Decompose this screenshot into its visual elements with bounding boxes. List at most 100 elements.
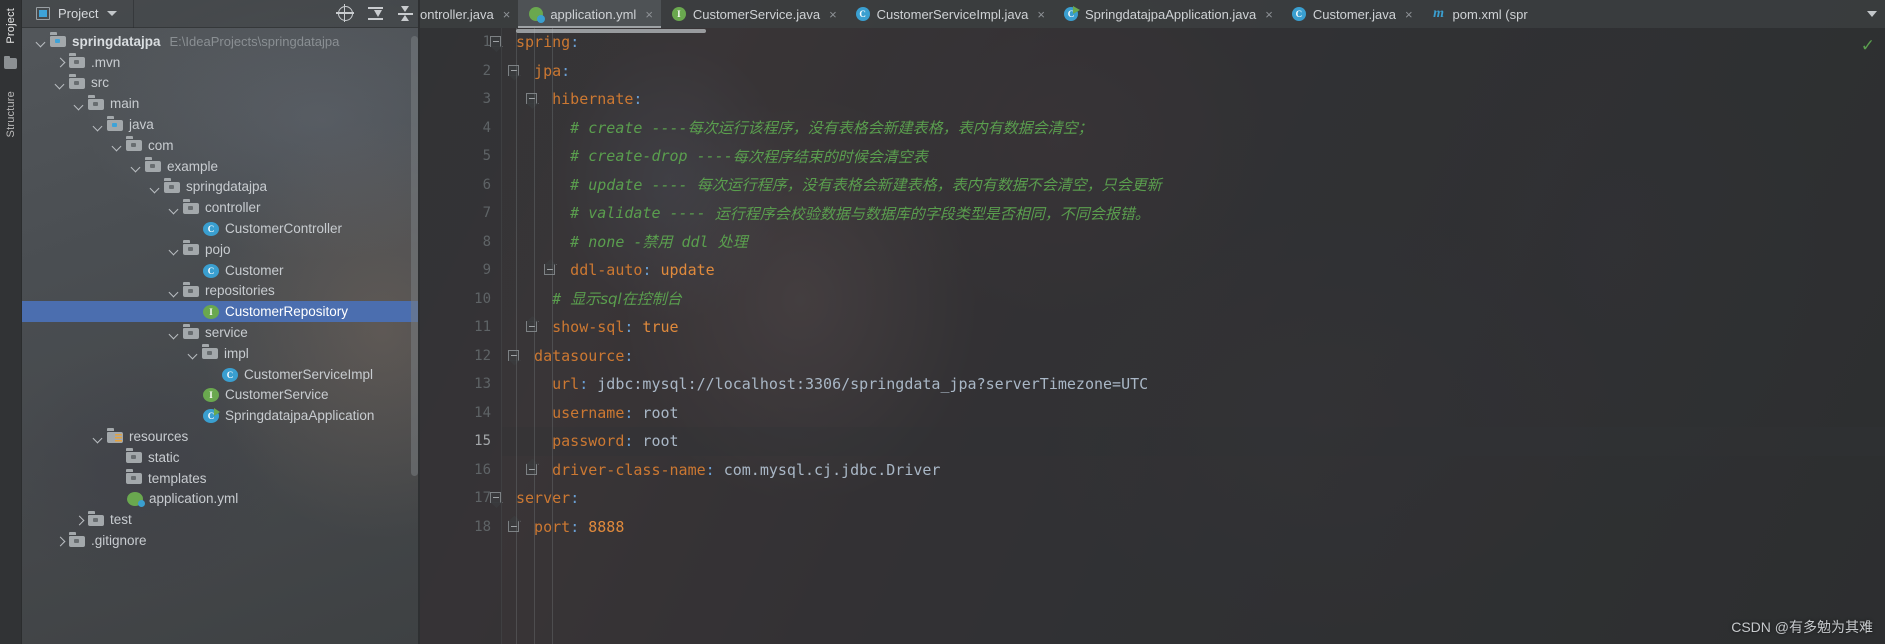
code-line[interactable]: port: 8888 [502, 513, 1885, 542]
tree-row[interactable]: main [22, 93, 420, 114]
collapse-all-button[interactable] [390, 0, 420, 28]
tree-row[interactable]: service [22, 322, 420, 343]
code-line[interactable]: # update ---- 每次运行程序，没有表格会新建表格，表内有数据不会清空… [502, 171, 1885, 200]
code-editor[interactable]: 1 2 3 4 5 6 7 8 9 10 11 12 13 14 15 16 17 18 spring: jpa:… [420, 28, 1885, 644]
code-line[interactable]: # create ---- 每次运行该程序，没有表格会新建表格，表内有数据会清空； [502, 114, 1885, 143]
code-line[interactable]: password: root [502, 427, 1885, 456]
chevron-down-icon[interactable] [72, 97, 86, 111]
tree-row[interactable]: springdatajpa E:\IdeaProjects\springdataj… [22, 31, 420, 52]
line-number[interactable]: 7 [420, 199, 501, 228]
line-number[interactable]: 3 [420, 85, 537, 114]
line-number[interactable]: 1 [420, 28, 501, 57]
line-number[interactable]: 17 [420, 484, 501, 513]
tree-row[interactable]: application.yml [22, 489, 420, 510]
line-number[interactable]: 18 [420, 513, 519, 542]
line-number[interactable]: 11 [420, 313, 537, 342]
chevron-down-icon[interactable] [110, 138, 124, 152]
tree-row[interactable]: java [22, 114, 420, 135]
panel-resizer[interactable] [418, 0, 420, 644]
locate-in-tree-button[interactable] [330, 0, 360, 28]
tree-row[interactable]: C Customer [22, 260, 420, 281]
chevron-right-icon[interactable] [72, 513, 86, 527]
chevron-down-icon[interactable] [53, 76, 67, 90]
line-number[interactable]: 14 [420, 399, 501, 428]
code-content[interactable]: spring: jpa: hibernate: # create ---- 每次运… [502, 28, 1885, 644]
code-line[interactable]: datasource: [502, 342, 1885, 371]
editor-tab[interactable]: I CustomerService.java × [661, 0, 845, 28]
editor-tab[interactable]: C Customer.java × [1281, 0, 1421, 28]
project-tree[interactable]: springdatajpa E:\IdeaProjects\springdataj… [22, 28, 420, 644]
tool-strip-tab-structure[interactable]: Structure [2, 83, 20, 145]
editor-tab[interactable]: application.yml × [518, 0, 661, 28]
tree-row[interactable]: .mvn [22, 52, 420, 73]
line-number[interactable]: 12 [420, 342, 519, 371]
chevron-down-icon[interactable] [167, 284, 181, 298]
code-line[interactable]: # create-drop ---- 每次程序结束的时候会清空表 [502, 142, 1885, 171]
code-line[interactable]: jpa: [502, 57, 1885, 86]
tree-row[interactable]: .gitignore [22, 530, 420, 551]
line-number[interactable]: 15 [420, 427, 501, 456]
editor-horizontal-scrollbar[interactable] [516, 29, 706, 33]
close-icon[interactable]: × [1265, 8, 1273, 21]
code-line[interactable]: url: jdbc:mysql://localhost:3306/springd… [502, 370, 1885, 399]
tree-row[interactable]: controller [22, 197, 420, 218]
line-number[interactable]: 4 [420, 114, 501, 143]
tree-row[interactable]: static [22, 447, 420, 468]
code-line[interactable]: # validate ---- 运行程序会校验数据与数据库的字段类型是否相同，不… [502, 199, 1885, 228]
line-number[interactable]: 2 [420, 57, 519, 86]
tool-strip-tab-project[interactable]: Project [2, 0, 20, 52]
line-number[interactable]: 5 [420, 142, 501, 171]
tree-row[interactable]: repositories [22, 281, 420, 302]
tree-row[interactable]: C CustomerController [22, 218, 420, 239]
tree-row[interactable]: impl [22, 343, 420, 364]
tree-row[interactable]: C SpringdatajpaApplication [22, 405, 420, 426]
fold-expanded-icon[interactable] [490, 36, 501, 47]
editor-tab[interactable]: ontroller.java × [420, 0, 518, 28]
chevron-down-icon[interactable] [129, 159, 143, 173]
line-number[interactable]: 13 [420, 370, 501, 399]
line-number[interactable]: 6 [420, 171, 501, 200]
tree-row[interactable]: pojo [22, 239, 420, 260]
code-line[interactable]: show-sql: true [502, 313, 1885, 342]
tree-row[interactable]: resources [22, 426, 420, 447]
chevron-down-icon[interactable] [167, 326, 181, 340]
chevron-down-icon[interactable] [167, 242, 181, 256]
tree-row[interactable]: springdatajpa [22, 177, 420, 198]
expand-all-button[interactable] [360, 0, 390, 28]
tree-row[interactable]: I CustomerService [22, 385, 420, 406]
chevron-right-icon[interactable] [53, 55, 67, 69]
close-icon[interactable]: × [645, 8, 653, 21]
editor-tab[interactable]: C CustomerServiceImpl.java × [845, 0, 1053, 28]
editor-tab[interactable]: C SpringdatajpaApplication.java × [1053, 0, 1281, 28]
chevron-down-icon[interactable] [91, 118, 105, 132]
line-number-gutter[interactable]: 1 2 3 4 5 6 7 8 9 10 11 12 13 14 15 16 17 18 [420, 28, 555, 644]
chevron-right-icon[interactable] [53, 534, 67, 548]
line-number[interactable]: 9 [420, 256, 555, 285]
tree-row[interactable]: com [22, 135, 420, 156]
chevron-down-icon[interactable] [167, 201, 181, 215]
line-number[interactable]: 8 [420, 228, 501, 257]
code-line[interactable]: spring: [502, 28, 1885, 57]
tree-row[interactable]: templates [22, 468, 420, 489]
chevron-down-icon[interactable] [107, 11, 118, 16]
close-icon[interactable]: × [1037, 8, 1045, 21]
close-icon[interactable]: × [829, 8, 837, 21]
chevron-down-icon[interactable] [34, 34, 48, 48]
chevron-down-icon[interactable] [91, 430, 105, 444]
close-icon[interactable]: × [1405, 8, 1413, 21]
line-number[interactable]: 10 [420, 285, 501, 314]
project-panel-scrollbar[interactable] [411, 36, 418, 476]
code-line[interactable]: driver-class-name: com.mysql.cj.jdbc.Dri… [502, 456, 1885, 485]
code-line[interactable]: hibernate: [502, 85, 1885, 114]
code-line[interactable]: username: root [502, 399, 1885, 428]
tab-overflow-button[interactable] [1859, 0, 1885, 28]
close-icon[interactable]: × [503, 8, 511, 21]
tree-row[interactable]: example [22, 156, 420, 177]
line-number[interactable]: 16 [420, 456, 537, 485]
tree-row[interactable]: test [22, 509, 420, 530]
inspection-status-icon[interactable]: ✓ [1861, 36, 1875, 56]
editor-tab-bar[interactable]: ontroller.java × application.yml × I Customer… [420, 0, 1885, 28]
code-line[interactable]: server: [502, 484, 1885, 513]
chevron-down-icon[interactable] [186, 346, 200, 360]
chevron-down-icon[interactable] [148, 180, 162, 194]
